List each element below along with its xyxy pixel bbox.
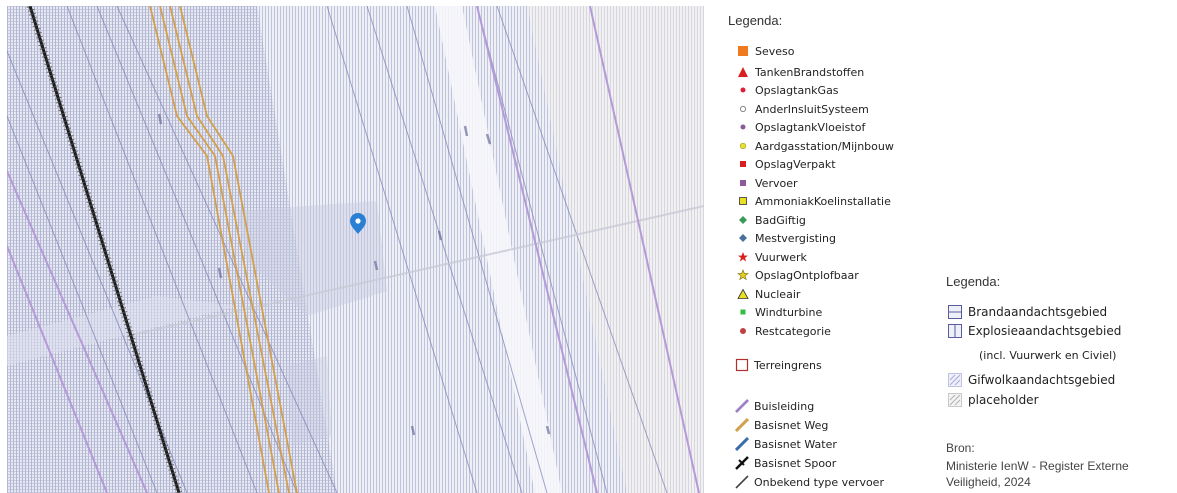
small-square-icon — [736, 305, 750, 319]
legend-item-restcategorie: Restcategorie — [736, 322, 831, 340]
legend-item-aardgasstation: Aardgasstation/Mijnbouw — [736, 137, 894, 155]
legend-item-onbekend-vervoer: Onbekend type vervoer — [735, 473, 884, 491]
legend-item-opslagverpakt: OpslagVerpakt — [736, 155, 836, 173]
circle-icon — [736, 139, 750, 153]
dot-icon — [736, 324, 750, 338]
legend-item-buisleiding: Buisleiding — [735, 397, 814, 415]
legend-item-brandaandachtsgebied: Brandaandachtsgebied — [948, 303, 1107, 321]
square-outline-icon — [735, 358, 749, 372]
legend-item-opslagontplofbaar: OpslagOntplofbaar — [736, 266, 859, 284]
legend-item-ammoniakkoelinstallatie: AmmoniakKoelinstallatie — [736, 192, 891, 210]
circle-outline-icon — [736, 102, 750, 116]
line-icon — [735, 418, 749, 432]
legend-item-basisnet-spoor: Basisnet Spoor — [735, 454, 836, 472]
source-title: Bron: — [946, 441, 975, 455]
legend-item-explosie-note: (incl. Vuurwerk en Civiel) — [979, 348, 1117, 362]
star-icon — [736, 250, 750, 264]
line-icon — [735, 399, 749, 413]
legend-item-basisnet-water: Basisnet Water — [735, 435, 837, 453]
dot-icon — [736, 83, 750, 97]
source-text: Ministerie IenW - Register Externe Veili… — [946, 459, 1129, 489]
legend-item-badgiftig: BadGiftig — [736, 211, 806, 229]
legend-item-tankenbrandstoffen: TankenBrandstoffen — [736, 63, 864, 81]
legend-item-windturbine: Windturbine — [736, 303, 822, 321]
square-outline-icon — [736, 194, 750, 208]
vertical-hatch-icon — [948, 324, 962, 338]
legend-item-vuurwerk: Vuurwerk — [736, 248, 807, 266]
dot-icon — [736, 120, 750, 134]
line-icon — [735, 475, 749, 489]
map-canvas[interactable] — [7, 6, 704, 493]
legend-item-basisnet-weg: Basisnet Weg — [735, 416, 828, 434]
line-icon — [735, 437, 749, 451]
legend-item-gifwolkaandachtsgebied: Gifwolkaandachtsgebied — [948, 371, 1115, 389]
diagonal-hatch-icon — [948, 393, 962, 407]
map-view[interactable] — [7, 6, 704, 493]
small-square-icon — [736, 176, 750, 190]
legend-item-opslagtankvloeistof: OpslagtankVloeistof — [736, 118, 865, 136]
railway-icon — [735, 456, 749, 470]
legend-item-anderinsluitsysteem: AnderInsluitSysteem — [736, 100, 869, 118]
legend-item-explosieaandachtsgebied: Explosieaandachtsgebied — [948, 322, 1121, 340]
diamond-icon — [736, 231, 750, 245]
triangle-outline-icon — [736, 287, 750, 301]
legend-item-placeholder: placeholder — [948, 391, 1039, 409]
legend-areas-title: Legenda: — [946, 274, 1001, 289]
diagonal-hatch-icon — [948, 373, 962, 387]
legend-item-terreingrens: Terreingrens — [735, 356, 822, 374]
triangle-icon — [736, 65, 750, 79]
horizontal-hatch-icon — [948, 305, 962, 319]
star-outline-icon — [736, 268, 750, 282]
legend-item-seveso: Seveso — [736, 42, 795, 60]
legend-item-mestvergisting: Mestvergisting — [736, 229, 836, 247]
diamond-icon — [736, 213, 750, 227]
square-icon — [736, 44, 750, 58]
small-square-icon — [736, 157, 750, 171]
legend-points-title: Legenda: — [728, 13, 783, 28]
legend-item-opslagtankgas: OpslagtankGas — [736, 81, 839, 99]
legend-item-nucleair: Nucleair — [736, 285, 800, 303]
legend-item-vervoer: Vervoer — [736, 174, 798, 192]
